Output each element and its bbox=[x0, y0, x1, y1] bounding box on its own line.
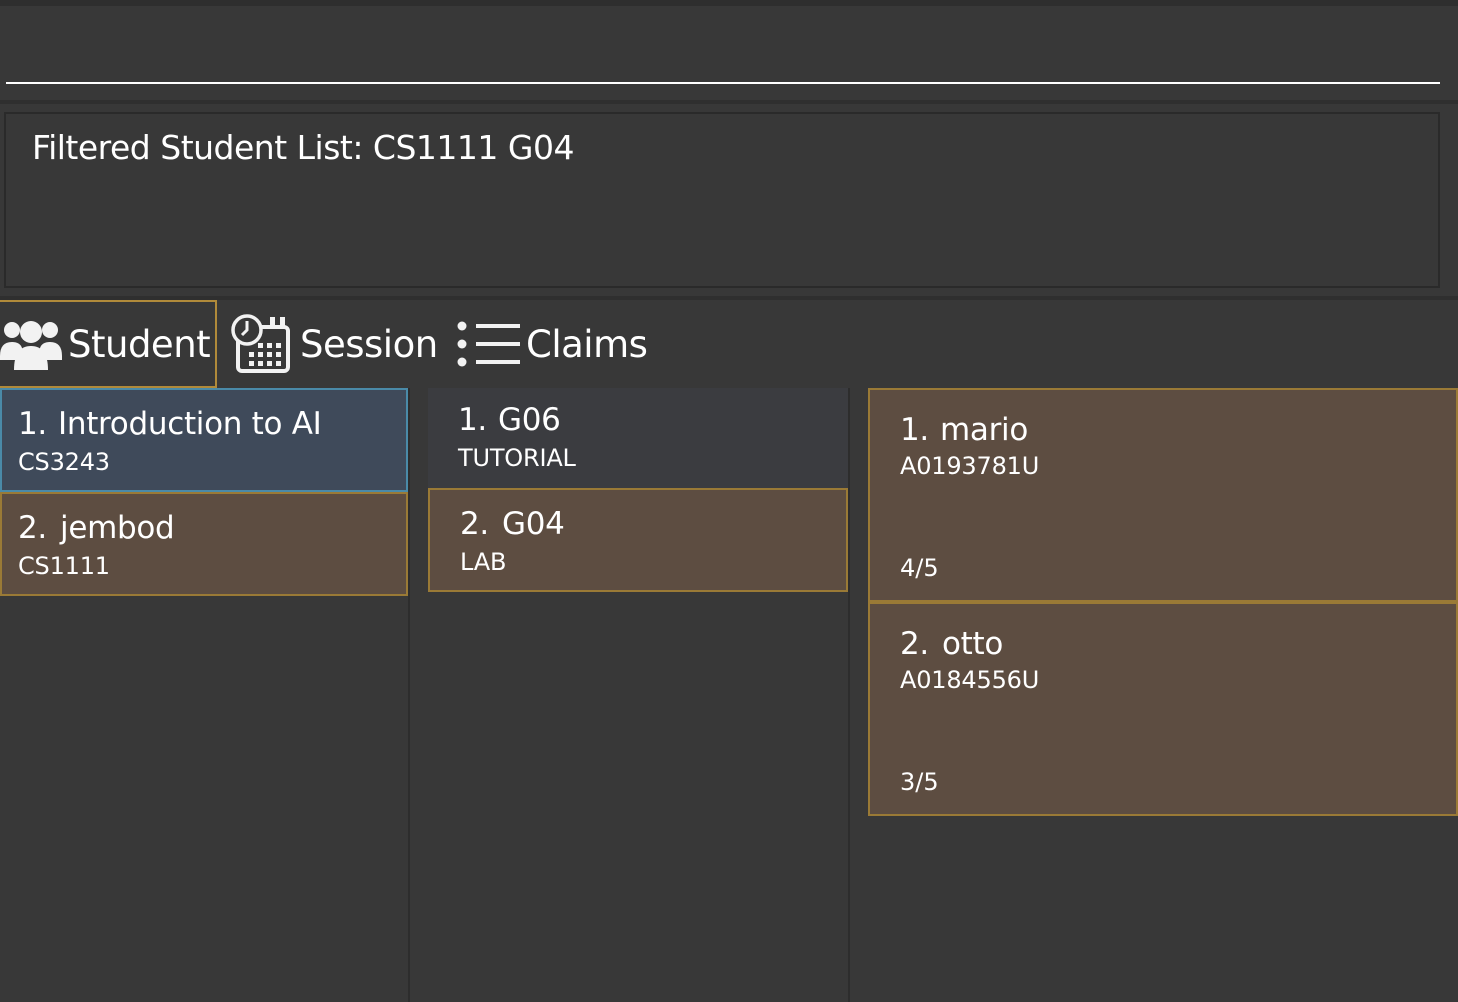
student-matric: A0193781U bbox=[900, 452, 1040, 480]
session-card[interactable]: 1. G06 TUTORIAL bbox=[428, 388, 848, 488]
session-name: G06 bbox=[498, 402, 561, 438]
session-type: TUTORIAL bbox=[458, 444, 576, 472]
student-index: 2. bbox=[900, 626, 929, 662]
module-card[interactable]: 1. Introduction to AI CS3243 bbox=[0, 388, 408, 492]
command-box bbox=[0, 6, 1458, 100]
student-attendance: 3/5 bbox=[900, 768, 939, 796]
tab-student-label: Student bbox=[68, 322, 211, 366]
session-type: LAB bbox=[460, 548, 507, 576]
command-input[interactable] bbox=[6, 14, 1440, 84]
student-card[interactable]: 1. mario A0193781U 4/5 bbox=[868, 388, 1458, 602]
column-divider bbox=[408, 388, 410, 1002]
group-icon bbox=[0, 316, 62, 372]
tab-session-label: Session bbox=[300, 322, 438, 366]
tab-bar: Student Session Claims bbox=[0, 300, 1458, 388]
module-index: 2. bbox=[18, 510, 47, 546]
tab-student[interactable]: Student bbox=[0, 300, 217, 388]
student-attendance: 4/5 bbox=[900, 554, 939, 582]
result-display: Filtered Student List: CS1111 G04 bbox=[4, 112, 1440, 288]
session-index: 2. bbox=[460, 506, 489, 542]
list-icon bbox=[456, 321, 520, 367]
module-code: CS1111 bbox=[18, 552, 110, 580]
result-text: Filtered Student List: CS1111 G04 bbox=[32, 128, 574, 167]
student-name: otto bbox=[942, 626, 1004, 662]
module-card[interactable]: 2. jembod CS1111 bbox=[0, 492, 408, 596]
session-card[interactable]: 2. G04 LAB bbox=[428, 488, 848, 592]
tab-session[interactable]: Session bbox=[230, 300, 440, 388]
student-matric: A0184556U bbox=[900, 666, 1040, 694]
student-card[interactable]: 2. otto A0184556U 3/5 bbox=[868, 602, 1458, 816]
session-index: 1. bbox=[458, 402, 487, 438]
module-code: CS3243 bbox=[18, 448, 110, 476]
student-name: mario bbox=[940, 412, 1029, 448]
separator bbox=[0, 100, 1458, 104]
tab-claims-label: Claims bbox=[526, 322, 648, 366]
tab-claims[interactable]: Claims bbox=[456, 300, 656, 388]
module-name: Introduction to AI bbox=[58, 406, 322, 442]
module-index: 1. bbox=[18, 406, 47, 442]
session-name: G04 bbox=[502, 506, 565, 542]
column-divider bbox=[848, 388, 850, 1002]
module-name: jembod bbox=[60, 510, 175, 546]
calendar-clock-icon bbox=[230, 313, 292, 375]
student-index: 1. bbox=[900, 412, 929, 448]
